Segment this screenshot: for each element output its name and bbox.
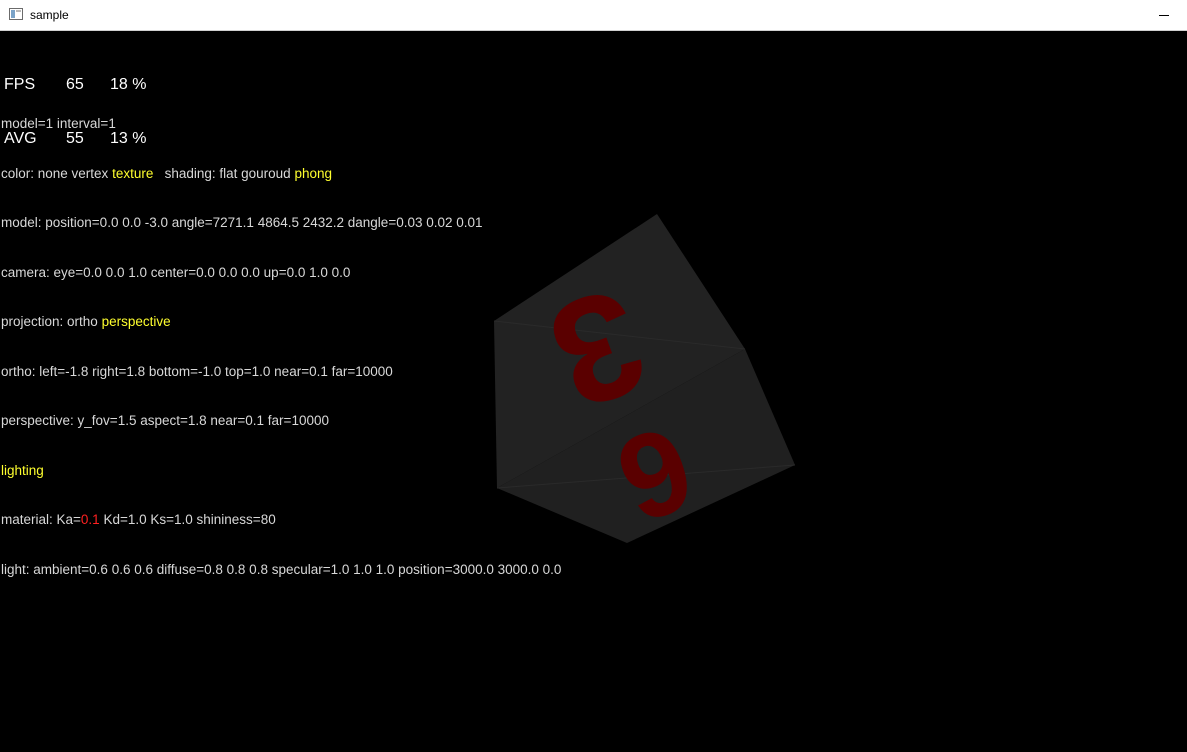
ortho-line: ortho: left=-1.8 right=1.8 bottom=-1.0 t… <box>1 363 393 379</box>
perspective-line: perspective: y_fov=1.5 aspect=1.8 near=0… <box>1 413 329 428</box>
lighting-line: lighting <box>1 462 44 478</box>
camera-line: camera: eye=0.0 0.0 1.0 center=0.0 0.0 0… <box>1 264 351 280</box>
window-title: sample <box>30 8 69 22</box>
render-viewport[interactable]: 3 6 FPS 65 18 % AVG 55 13 % model=1 inte… <box>0 31 1187 752</box>
minimize-icon <box>1159 14 1169 16</box>
model-line: model: position=0.0 0.0 -3.0 angle=7271.… <box>1 215 483 230</box>
material-line: material: Ka=0.1 Kd=1.0 Ks=1.0 shininess… <box>1 512 561 529</box>
projection-options: projection: ortho <box>1 314 102 329</box>
material-rest: Kd=1.0 Ks=1.0 shininess=80 <box>99 512 276 527</box>
material-ka-value: 0.1 <box>80 512 100 527</box>
model-interval-line: model=1 interval=1 <box>1 116 116 131</box>
shading-selected: phong <box>294 165 332 181</box>
projection-selected: perspective <box>101 314 171 329</box>
material-prefix: material: Ka= <box>1 512 81 527</box>
color-options: color: none vertex <box>1 165 113 181</box>
minimize-button[interactable] <box>1141 0 1187 30</box>
color-selected: texture <box>112 165 154 181</box>
window-app-icon <box>9 8 23 20</box>
title-bar[interactable]: sample <box>0 0 1187 31</box>
projection-line: projection: ortho perspective <box>1 314 561 331</box>
shading-options: shading: flat gouroud <box>153 165 295 181</box>
color-shading-line: color: none vertex texture shading: flat… <box>1 166 561 183</box>
debug-info-panel: model=1 interval=1 color: none vertex te… <box>1 83 561 611</box>
light-line: light: ambient=0.6 0.6 0.6 diffuse=0.8 0… <box>1 561 562 577</box>
